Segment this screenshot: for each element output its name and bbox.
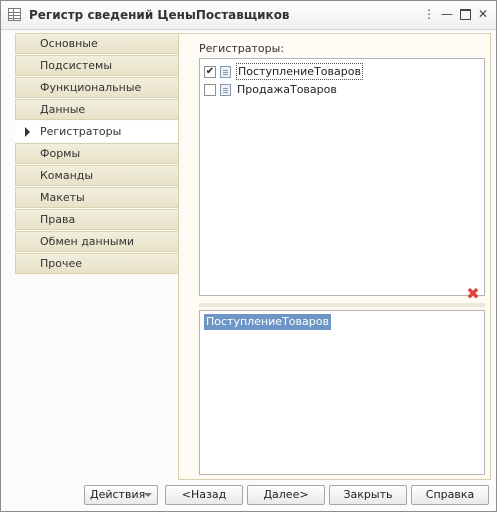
registrar-label: ПродажаТоваров <box>237 83 337 96</box>
delete-icon[interactable]: ✖ <box>466 286 480 302</box>
sidebar-item-main[interactable]: Основные <box>15 33 178 54</box>
sidebar-nav: Основные Подсистемы Функциональные опции… <box>15 33 178 275</box>
sidebar-item-other[interactable]: Прочее <box>15 253 178 274</box>
document-icon <box>220 66 231 78</box>
sidebar-item-functional-options[interactable]: Функциональные опции <box>15 77 178 113</box>
help-button[interactable]: Справка <box>411 485 489 505</box>
sidebar-item-commands[interactable]: Команды <box>15 165 178 186</box>
actions-button[interactable]: Действия <box>84 485 158 505</box>
minimize-icon[interactable]: — <box>439 6 455 22</box>
sidebar-item-label: Обмен данными <box>40 235 135 248</box>
sidebar-item-label: Макеты <box>40 191 85 204</box>
sidebar-item-label: Основные <box>40 37 98 50</box>
sidebar-item-label: Права <box>40 213 76 226</box>
back-button[interactable]: <Назад <box>165 485 243 505</box>
sidebar-item-label: Команды <box>40 169 94 182</box>
title-bar: Регистр сведений ЦеныПоставщиков ⋮ — ✕ <box>1 1 496 30</box>
sidebar-item-data[interactable]: Данные <box>15 99 178 120</box>
table-icon <box>8 8 21 21</box>
sidebar-item-templates[interactable]: Макеты <box>15 187 178 208</box>
registrars-label: Регистраторы: <box>199 42 285 55</box>
registrar-label: ПоступлениеТоваров <box>236 63 363 80</box>
registrars-panel: Регистраторы: ✔ ПоступлениеТоваров Прода… <box>178 33 491 480</box>
sidebar-item-label: Данные <box>40 103 86 116</box>
sidebar-item-registrars[interactable]: Регистраторы <box>15 121 178 142</box>
sidebar-item-subsystems[interactable]: Подсистемы <box>15 55 178 76</box>
registrar-checkbox[interactable] <box>204 84 216 96</box>
close-button[interactable]: Закрыть <box>329 485 407 505</box>
maximize-icon[interactable] <box>457 6 473 22</box>
sidebar-item-label: Регистраторы <box>40 125 122 138</box>
actions-label: Действия <box>90 488 146 501</box>
dialog-window: Регистр сведений ЦеныПоставщиков ⋮ — ✕ О… <box>0 0 497 512</box>
sidebar-item-forms[interactable]: Формы <box>15 143 178 164</box>
sidebar-item-label: Формы <box>40 147 81 160</box>
chevron-down-icon <box>144 493 152 497</box>
splitter[interactable] <box>199 303 485 307</box>
triangle-right-icon <box>25 127 30 137</box>
list-item[interactable]: ПоступлениеТоваров <box>204 314 331 330</box>
sidebar-item-data-exchange[interactable]: Обмен данными <box>15 231 178 252</box>
selected-registrars-list[interactable]: ПоступлениеТоваров <box>199 310 485 475</box>
sidebar-item-label: Прочее <box>40 257 83 270</box>
document-icon <box>220 84 231 96</box>
registrar-checkbox[interactable]: ✔ <box>204 66 216 78</box>
window-title: Регистр сведений ЦеныПоставщиков <box>29 8 290 22</box>
registrars-list[interactable]: ✔ ПоступлениеТоваров ПродажаТоваров <box>199 58 485 296</box>
close-icon[interactable]: ✕ <box>475 6 491 22</box>
sidebar-item-rights[interactable]: Права <box>15 209 178 230</box>
more-options-icon[interactable]: ⋮ <box>421 6 437 22</box>
next-button[interactable]: Далее> <box>247 485 325 505</box>
sidebar-item-label: Подсистемы <box>40 59 113 72</box>
